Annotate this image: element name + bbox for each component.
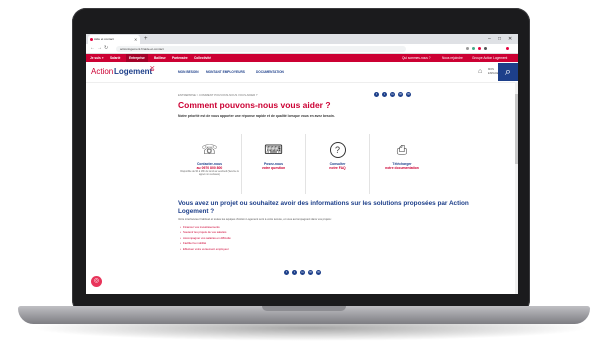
card-faq[interactable]: ? Consulter notre FAQ [306,134,370,194]
nav-collectivite[interactable]: Collectivité [194,54,211,62]
solutions-list: Financer vos investissements Soutenir le… [180,225,231,252]
card-documentation[interactable]: ⎙ Télécharger notre documentation [370,134,434,194]
browser-tab-bar: Aide et contact ✕ + – □ ✕ [86,34,518,44]
mail-icon[interactable]: ✉ [316,270,321,275]
headset-icon: ☏ [201,142,218,157]
browser-tab[interactable]: Aide et contact ✕ [88,35,140,44]
section-title: Vous avez un projet ou souhaitez avoir d… [178,200,469,215]
laptop-icon: ⌨ [264,142,283,157]
nav-nous-rejoindre[interactable]: Nous rejoindre [442,54,463,62]
logo-mark-icon: ᘜ [150,66,155,73]
back-icon[interactable]: ← [90,44,95,53]
audience-nav: Je suis » Salarié Entreprise Bailleur Pa… [86,54,518,62]
laptop-screen: Aide et contact ✕ + – □ ✕ ← → ↻ actionlo… [86,34,518,294]
extension-icon[interactable] [466,47,469,50]
extension-icon[interactable] [478,47,481,50]
chat-button[interactable]: ◎ [91,276,102,287]
nav-qui-sommes-nous[interactable]: Qui sommes-nous ? [402,54,431,62]
breadcrumb: ENTREPRISE > COMMENT POUVONS-NOUS VOUS A… [178,93,258,97]
search-icon: ⌕ [504,66,512,78]
page-lead: Notre priorité est de vous apporter une … [178,114,335,118]
card-question[interactable]: ⌨ Posez-nous votre question [242,134,306,194]
close-icon[interactable]: ✕ [134,35,137,44]
extension-icon[interactable] [472,47,475,50]
card-note: Disponible de 9h à 18h du lundi au vendr… [180,170,239,176]
new-tab-button[interactable]: + [144,34,148,44]
profile-icon[interactable] [506,47,509,50]
maximize-button[interactable]: □ [498,34,501,44]
logo-text-logement[interactable]: Logement [114,67,152,77]
twitter-icon[interactable]: t [292,270,297,275]
reload-icon[interactable]: ↻ [104,44,108,53]
chat-icon: ◎ [93,278,100,284]
email-icon[interactable]: ✉ [398,92,403,97]
forward-icon[interactable]: → [97,44,102,53]
tab-title: Aide et contact [94,37,114,41]
address-bar[interactable]: actionlogement.fr/aide-et-contact [116,45,406,52]
menu-mon-besoin[interactable]: MON BESOIN [178,69,199,75]
menu-documentation[interactable]: DOCUMENTATION [256,69,284,75]
mail-icon[interactable]: ✉ [406,92,411,97]
section-text: Votre interlocuteur habituel et toutes l… [178,218,333,221]
linkedin-icon[interactable]: in [390,92,395,97]
nav-salarie[interactable]: Salarié [110,54,120,62]
email-icon[interactable]: ✉ [308,270,313,275]
nav-bailleur[interactable]: Bailleur [154,54,166,62]
laptop-notch [262,306,346,311]
browser-toolbar: ← → ↻ actionlogement.fr/aide-et-contact [86,44,518,54]
linkedin-icon[interactable]: in [300,270,305,275]
card-highlight: votre question [261,166,286,170]
favicon-icon [90,38,93,41]
nav-je-suis[interactable]: Je suis » [90,54,103,62]
nav-entreprise[interactable]: Entreprise [126,54,148,62]
minimize-button[interactable]: – [488,34,491,44]
scrollbar-thumb[interactable] [515,94,518,164]
card-phone[interactable]: ☏ Contacter-nous au 0970 800 800 Disponi… [178,134,242,194]
close-window-button[interactable]: ✕ [508,34,512,44]
facebook-icon[interactable]: f [284,270,289,275]
search-button[interactable]: ⌕ [498,63,518,81]
nav-partenaire[interactable]: Partenaire [172,54,188,62]
menu-montant-employeurs[interactable]: MONTANT EMPLOYEURS [206,69,245,75]
document-icon: ⎙ [396,142,408,157]
account-icon[interactable]: ⌂ [478,68,482,75]
card-highlight: notre FAQ [329,166,346,170]
logo-text-action[interactable]: Action [91,67,113,77]
site-header: Action Logement ᘜ MON BESOIN MONTANT EMP… [86,62,518,83]
solution-link[interactable]: Effectuer votre versement employeur [180,247,231,252]
nav-groupe[interactable]: Groupe Action Logement [472,54,507,62]
extension-icon[interactable] [484,47,487,50]
question-icon: ? [329,142,346,158]
page-title: Comment pouvons-nous vous aider ? [178,100,331,110]
card-highlight: notre documentation [385,166,419,170]
contact-cards: ☏ Contacter-nous au 0970 800 800 Disponi… [178,134,434,194]
twitter-icon[interactable]: t [382,92,387,97]
facebook-icon[interactable]: f [374,92,379,97]
